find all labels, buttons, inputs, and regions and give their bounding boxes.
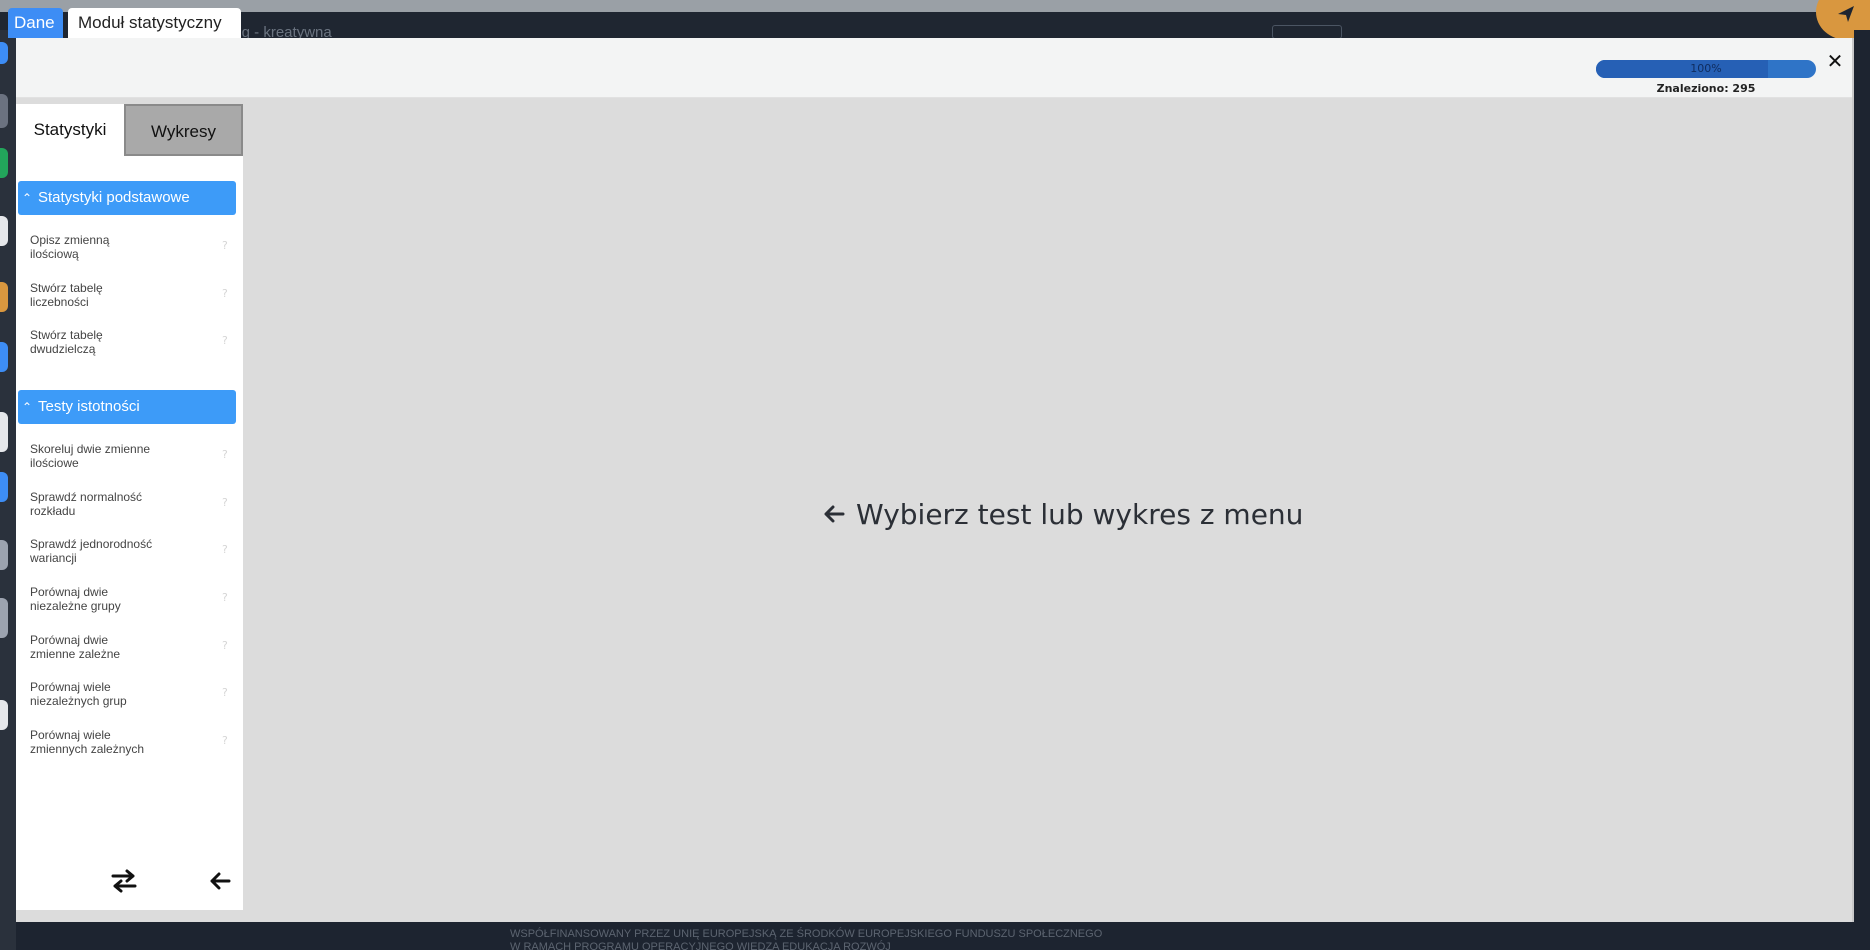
sidebar: Statystyki Wykresy ⌃ Statystyki podstawo… (16, 104, 243, 910)
progress-bar: 100% (1596, 60, 1816, 78)
background-top-strip (0, 0, 1870, 12)
found-count: Znaleziono: 295 (1656, 82, 1756, 95)
menu-item-label: Porównaj wiele niezależnych grup (30, 680, 127, 708)
dock-icon-green (0, 148, 8, 178)
tab-statystyki[interactable]: Statystyki (16, 104, 124, 156)
close-button[interactable]: ✕ (1825, 50, 1845, 72)
dock-icon-blue-3 (0, 472, 8, 502)
menu-item-describe-quantitative[interactable]: Opisz zmienną ilościową ? (30, 233, 230, 273)
chevron-up-icon: ⌃ (22, 191, 33, 205)
section-title: Testy istotności (38, 398, 140, 415)
menu-item-variance-homogeneity[interactable]: Sprawdź jednorodność wariancji ? (30, 537, 230, 577)
tab-modul-statystyczny[interactable]: Moduł statystyczny (68, 8, 241, 38)
section-header-significance-tests[interactable]: ⌃ Testy istotności (18, 390, 236, 424)
background-header-box (1272, 25, 1342, 39)
help-icon[interactable]: ? (222, 734, 228, 747)
tab-wykresy[interactable]: Wykresy (124, 104, 243, 156)
help-icon[interactable]: ? (222, 639, 228, 652)
dock-icon-blue-2 (0, 342, 8, 372)
dock-icon-white (0, 216, 8, 246)
menu-item-frequency-table[interactable]: Stwórz tabelę liczebności ? (30, 281, 230, 321)
swap-arrows-icon[interactable] (110, 867, 138, 895)
menu-item-label: Stwórz tabelę dwudzielczą (30, 328, 103, 356)
menu-item-many-dependent-variables[interactable]: Porównaj wiele zmiennych zależnych ? (30, 728, 230, 768)
empty-state-message: Wybierz test lub wykres z menu (822, 494, 1303, 534)
background-left-dock (0, 30, 16, 950)
tab-dane[interactable]: Dane (8, 8, 63, 38)
section-header-basic-stats[interactable]: ⌃ Statystyki podstawowe (18, 181, 236, 215)
empty-state-text: Wybierz test lub wykres z menu (856, 497, 1304, 531)
help-icon[interactable]: ? (222, 448, 228, 461)
arrow-left-icon (824, 505, 845, 523)
menu-item-label: Porównaj dwie zmienne zależne (30, 633, 121, 661)
menu-item-label: Porównaj wiele zmiennych zależnych (30, 728, 145, 756)
progress-label: 100% (1690, 62, 1722, 75)
help-icon[interactable]: ? (222, 686, 228, 699)
modal-scroll-rail[interactable] (1852, 38, 1854, 922)
help-icon[interactable]: ? (222, 239, 228, 252)
menu-item-two-independent-groups[interactable]: Porównaj dwie niezależne grupy ? (30, 585, 230, 625)
statistics-modal (16, 38, 1854, 922)
background-right-edge (1854, 30, 1870, 950)
dock-icon-white-3 (0, 700, 8, 730)
help-icon[interactable]: ? (222, 496, 228, 509)
help-icon[interactable]: ? (222, 287, 228, 300)
dock-icon-gray (0, 94, 8, 128)
background-footer-text: WSPÓŁFINANSOWANY PRZEZ UNIĘ EUROPEJSKĄ Z… (510, 928, 1103, 950)
dock-icon-gray-2 (0, 540, 8, 570)
menu-item-contingency-table[interactable]: Stwórz tabelę dwudzielczą ? (30, 328, 230, 368)
modal-top-bar (16, 38, 1854, 98)
menu-item-label: Skoreluj dwie zmienne ilościowe (30, 442, 151, 470)
menu-item-label: Stwórz tabelę liczebności (30, 281, 103, 309)
section-title: Statystyki podstawowe (38, 189, 190, 206)
dock-icon-white-2 (0, 412, 8, 452)
menu-item-label: Sprawdź jednorodność wariancji (30, 537, 153, 565)
menu-item-label: Opisz zmienną ilościową (30, 233, 110, 261)
dock-icon-orange (0, 282, 8, 312)
dock-icon-blue (0, 42, 8, 64)
help-icon[interactable]: ? (222, 591, 228, 604)
menu-item-many-independent-groups[interactable]: Porównaj wiele niezależnych grup ? (30, 680, 230, 720)
help-icon[interactable]: ? (222, 543, 228, 556)
menu-item-correlate[interactable]: Skoreluj dwie zmienne ilościowe ? (30, 442, 230, 482)
menu-item-label: Porównaj dwie niezależne grupy (30, 585, 121, 613)
menu-item-two-dependent-variables[interactable]: Porównaj dwie zmienne zależne ? (30, 633, 230, 673)
dock-icon-gray-3 (0, 598, 8, 638)
menu-item-normality[interactable]: Sprawdź normalność rozkładu ? (30, 490, 230, 530)
chevron-up-icon: ⌃ (22, 400, 33, 414)
arrow-left-icon[interactable] (208, 869, 232, 893)
send-icon (1838, 6, 1854, 22)
help-icon[interactable]: ? (222, 334, 228, 347)
menu-item-label: Sprawdź normalność rozkładu (30, 490, 143, 518)
